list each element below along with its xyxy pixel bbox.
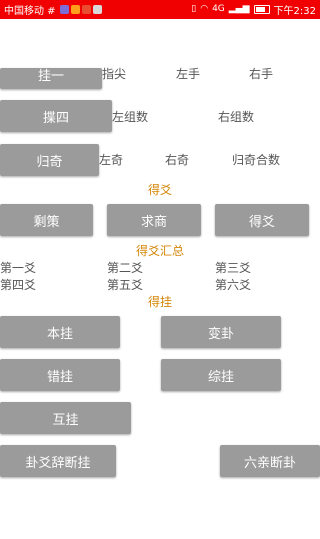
gua-yi-button[interactable]: 挂一	[0, 68, 102, 89]
yao-1-label: 第一爻	[0, 261, 37, 275]
liu-qin-button[interactable]: 六亲断卦	[220, 445, 320, 477]
right-odd-label: 右奇	[165, 153, 190, 167]
gua-yao-ci-button[interactable]: 卦爻辞断挂	[0, 445, 116, 477]
de-yao-header: 得爻	[148, 183, 173, 197]
network-type: 4G	[212, 4, 225, 14]
signal-icon: ▂▄▆	[228, 4, 250, 14]
yao-summary-header: 得爻汇总	[136, 244, 185, 258]
right-hand-label: 右手	[249, 67, 274, 81]
bian-gua-button[interactable]: 变卦	[161, 316, 281, 348]
yao-5-label: 第五爻	[107, 278, 144, 292]
battery-icon	[253, 5, 270, 14]
she-si-button[interactable]: 揲四	[0, 100, 112, 132]
ben-gua-button[interactable]: 本挂	[0, 316, 120, 348]
left-odd-label: 左奇	[99, 153, 124, 167]
gui-qi-button[interactable]: 归奇	[0, 144, 99, 176]
cuo-gua-button[interactable]: 错挂	[0, 359, 120, 391]
finger-tip-label: 指尖	[102, 67, 127, 81]
right-group-count-label: 右组数	[218, 110, 255, 124]
app-icon	[59, 5, 69, 14]
quotient-button[interactable]: 求商	[107, 204, 201, 236]
de-gua-header: 得挂	[148, 295, 173, 309]
hu-gua-button[interactable]: 互挂	[0, 402, 131, 434]
left-hand-label: 左手	[176, 67, 201, 81]
app-icon	[70, 5, 80, 14]
status-bar: 中国移动 # ▯ ◠ 4G ▂▄▆ 下午2:32	[0, 0, 320, 19]
wifi-icon: ◠	[200, 4, 209, 14]
yao-2-label: 第二爻	[107, 261, 144, 275]
clock: 下午2:32	[273, 6, 316, 17]
image-icon	[92, 5, 102, 14]
zong-gua-button[interactable]: 综挂	[161, 359, 281, 391]
get-yao-button[interactable]: 得爻	[215, 204, 309, 236]
vibrate-icon: ▯	[191, 4, 197, 14]
gui-qi-total-label: 归奇合数	[232, 153, 281, 167]
app-icon	[81, 5, 91, 14]
remaining-straws-button[interactable]: 剩策	[0, 204, 93, 236]
carrier-name: 中国移动 #	[4, 6, 56, 17]
yao-6-label: 第六爻	[215, 278, 252, 292]
yao-4-label: 第四爻	[0, 278, 37, 292]
yao-3-label: 第三爻	[215, 261, 252, 275]
left-group-count-label: 左组数	[112, 110, 149, 124]
